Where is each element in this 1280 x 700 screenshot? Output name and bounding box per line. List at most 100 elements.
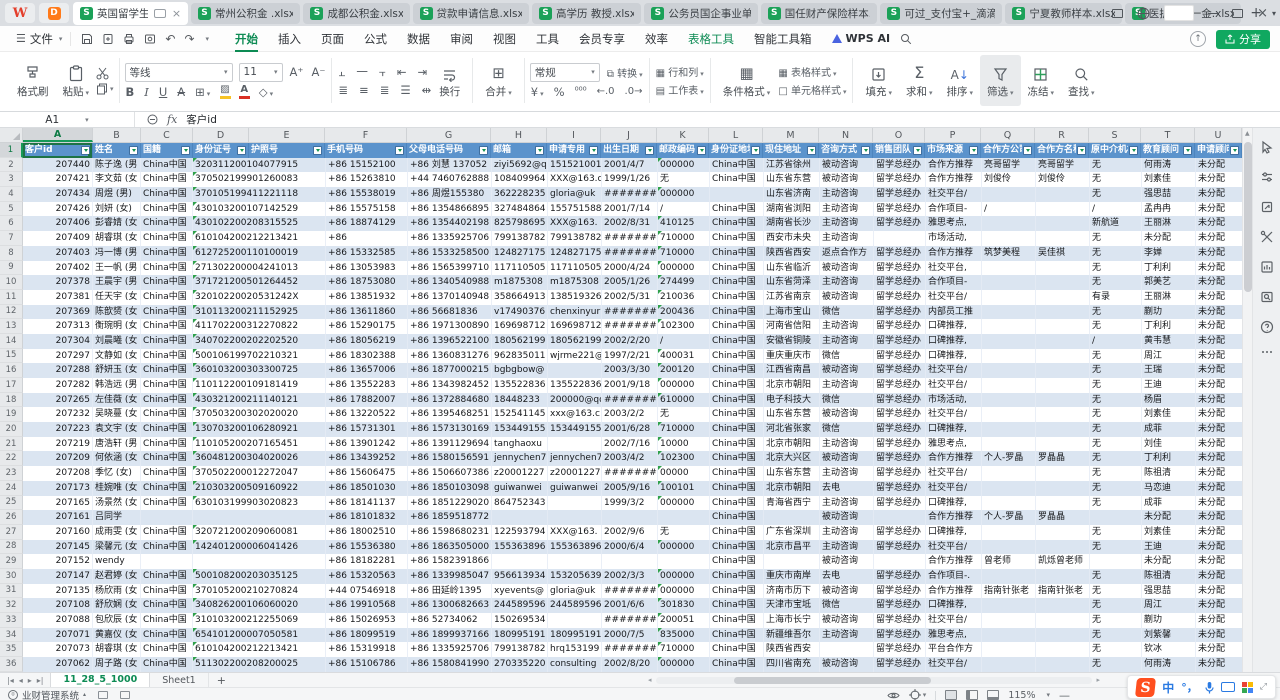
cell-A34[interactable]: 207071 [23, 628, 93, 643]
cell-D13[interactable]: 411702200312270822 [193, 319, 326, 334]
zoom-level[interactable]: 115% [1008, 690, 1035, 700]
cell-K13[interactable]: 102300 [658, 319, 710, 334]
cell-A30[interactable]: 207147 [23, 569, 93, 584]
cell-B16[interactable]: 舒妍玉 (女 [93, 363, 141, 378]
cell-R21[interactable] [1036, 437, 1090, 452]
cell-P6[interactable]: 雅思考点, [926, 216, 982, 231]
cell-O30[interactable]: 留学总经办 [874, 569, 926, 584]
cell-R23[interactable] [1036, 466, 1090, 481]
row-number[interactable]: 27 [0, 525, 23, 540]
cell-F3[interactable]: +86 15263810 [326, 172, 408, 187]
cell-L17[interactable]: China中国 [710, 378, 764, 393]
cell-C14[interactable]: China中国 [141, 334, 193, 349]
cell-B33[interactable]: 包欣辰 (女 [93, 613, 141, 628]
cell-G18[interactable]: +86 1372884680 [408, 393, 492, 408]
cell-S31[interactable]: 无 [1090, 584, 1142, 599]
cell-L6[interactable]: China中国 [710, 216, 764, 231]
cell-S28[interactable]: 无 [1090, 540, 1142, 555]
font-color-icon[interactable]: A [239, 85, 250, 99]
cell-S17[interactable]: 无 [1090, 378, 1142, 393]
cell-B31[interactable]: 杨欣雨 (女 [93, 584, 141, 599]
column-header-M[interactable]: M [763, 128, 819, 142]
cell-N30[interactable]: 去电 [820, 569, 874, 584]
cell-U21[interactable]: 未分配 [1196, 437, 1242, 452]
filter-dropdown-icon[interactable] [1023, 146, 1032, 155]
cell-U11[interactable]: 未分配 [1196, 290, 1242, 305]
cell-N23[interactable]: 主动咨询 [820, 466, 874, 481]
row-number[interactable]: 28 [0, 540, 23, 555]
cell-B17[interactable]: 韩浩远 (男 [93, 378, 141, 393]
cell-M3[interactable]: 山东省东营 [764, 172, 820, 187]
cell-I30[interactable]: 153205639 [548, 569, 602, 584]
cell-H30[interactable]: 956613934 [492, 569, 548, 584]
cell-K9[interactable]: 000000 [658, 261, 710, 276]
cell-P15[interactable]: 口碑推荐, [926, 349, 982, 364]
cell-L19[interactable]: China中国 [710, 407, 764, 422]
cell-U24[interactable]: 未分配 [1196, 481, 1242, 496]
cell-B28[interactable]: 梁馨元 (女 [93, 540, 141, 555]
cell-K25[interactable]: 000000 [658, 496, 710, 511]
cell-F19[interactable]: +86 13220522 [326, 407, 408, 422]
cell-R12[interactable] [1036, 305, 1090, 320]
cell-S7[interactable]: 无 [1090, 231, 1142, 246]
cell-K12[interactable]: 200436 [658, 305, 710, 320]
cell-L36[interactable]: China中国 [710, 657, 764, 672]
cell-T3[interactable]: 刘素佳 [1142, 172, 1196, 187]
row-number[interactable]: 36 [0, 657, 23, 672]
cell-P27[interactable]: 口碑推荐, [926, 525, 982, 540]
align-center-icon[interactable]: ≡ [358, 83, 370, 97]
cell-I22[interactable]: jennychen7 [548, 451, 602, 466]
cell-A11[interactable]: 207381 [23, 290, 93, 305]
cell-S12[interactable]: 无 [1090, 305, 1142, 320]
cell-S10[interactable]: 无 [1090, 275, 1142, 290]
cell-R6[interactable] [1036, 216, 1090, 231]
cell-N35[interactable] [820, 642, 874, 657]
cell-R10[interactable] [1036, 275, 1090, 290]
cell-J10[interactable]: 2005/1/26 [602, 275, 658, 290]
cell-C28[interactable]: China中国 [141, 540, 193, 555]
header-cell-O[interactable]: 销售团队 [873, 143, 925, 158]
cell-D34[interactable]: 654101200007050581 [193, 628, 326, 643]
cut-icon[interactable] [96, 67, 109, 80]
cell-D30[interactable]: 500108200203035125 [193, 569, 326, 584]
cell-M23[interactable]: 山东省东营 [764, 466, 820, 481]
row-number[interactable]: 15 [0, 349, 23, 364]
cell-A4[interactable]: 207434 [23, 187, 93, 202]
sum-button[interactable]: Σ 求和▾ [899, 55, 940, 106]
row-number[interactable]: 34 [0, 628, 23, 643]
cell-P32[interactable]: 口碑推荐, [926, 598, 982, 613]
cell-G33[interactable]: +86 52734062 [408, 613, 492, 628]
cell-L33[interactable]: China中国 [710, 613, 764, 628]
cell-R24[interactable] [1036, 481, 1090, 496]
increase-font-icon[interactable]: A⁺ [289, 65, 305, 79]
cell-L3[interactable]: China中国 [710, 172, 764, 187]
cell-D32[interactable]: 340826200106060020 [193, 598, 326, 613]
cell-M32[interactable]: 天津市宝坻 [764, 598, 820, 613]
cell-H11[interactable]: 358664913 [492, 290, 548, 305]
ime-keyboard-icon[interactable] [1221, 682, 1235, 692]
cell-H28[interactable]: 155363896 [492, 540, 548, 555]
taskbar-app[interactable]: ⌾ 业财管理系统 ▴ [0, 688, 138, 700]
cell-D36[interactable]: 511302200208200025 [193, 657, 326, 672]
cell-F32[interactable]: +86 19910568 [326, 598, 408, 613]
row-number[interactable]: 13 [0, 319, 23, 334]
cell-H15[interactable]: 962835011 [492, 349, 548, 364]
cell-R27[interactable] [1036, 525, 1090, 540]
cell-M5[interactable]: 湖南省浏阳 [764, 202, 820, 217]
cell-F2[interactable]: +86 15152100 [326, 158, 408, 173]
cell-I15[interactable]: wjrme221@ [548, 349, 602, 364]
cell-U16[interactable]: 未分配 [1196, 363, 1242, 378]
cell-T4[interactable]: 强思喆 [1142, 187, 1196, 202]
menu-item[interactable]: 插入 [268, 28, 311, 50]
cell-R20[interactable] [1036, 422, 1090, 437]
cell-B29[interactable]: wendy [93, 554, 141, 569]
column-header-H[interactable]: H [491, 128, 547, 142]
cell-I18[interactable]: 200000@qq [548, 393, 602, 408]
cell-K16[interactable]: 200120 [658, 363, 710, 378]
cell-D12[interactable]: 310113200211152925 [193, 305, 326, 320]
cell-P11[interactable]: 社交平台/ [926, 290, 982, 305]
cell-T9[interactable]: 丁利利 [1142, 261, 1196, 276]
cell-I2[interactable]: 151521001 [548, 158, 602, 173]
cell-M36[interactable]: 四川省南充 [764, 657, 820, 672]
cell-M8[interactable]: 陕西省西安 [764, 246, 820, 261]
